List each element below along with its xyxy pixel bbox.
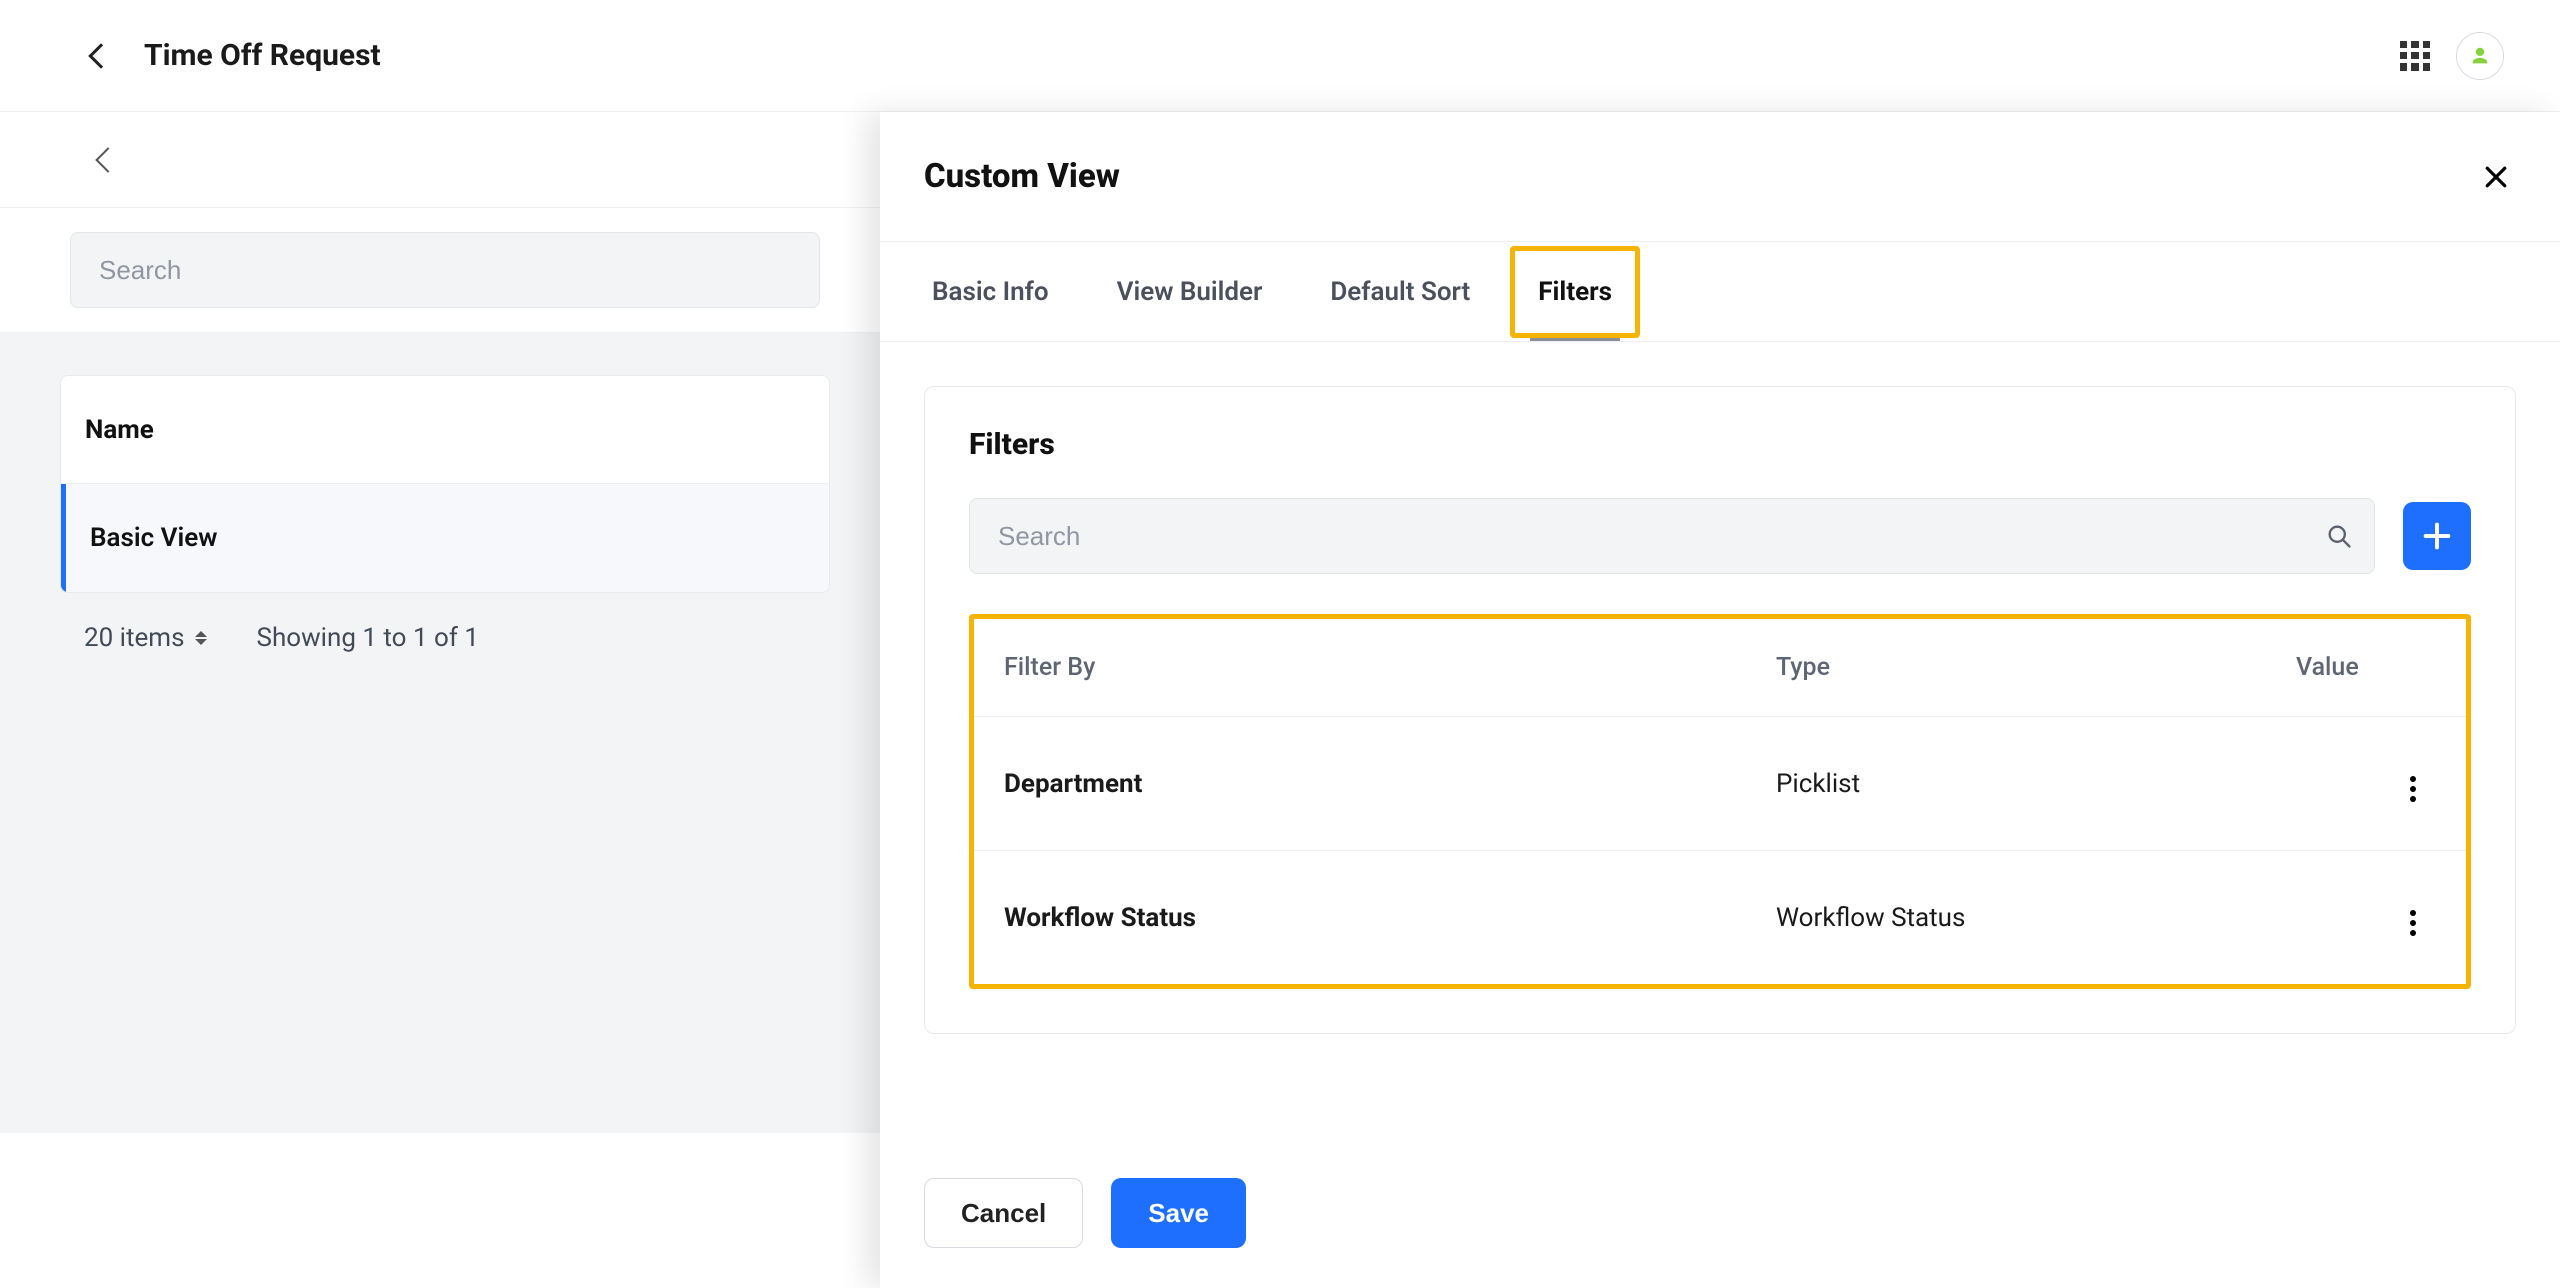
filters-table-header-row: Filter By Type Value bbox=[974, 619, 2466, 717]
tab-filters[interactable]: Filters bbox=[1530, 242, 1620, 341]
list-area: Name Basic View 20 items Showing 1 to 1 … bbox=[0, 333, 890, 1133]
filters-title: Filters bbox=[969, 427, 2471, 462]
tab-label: View Builder bbox=[1117, 277, 1263, 307]
table-row: Department Picklist bbox=[974, 717, 2466, 851]
search-icon bbox=[2325, 522, 2353, 550]
table-row: Workflow Status Workflow Status bbox=[974, 851, 2466, 985]
plus-icon bbox=[2420, 519, 2454, 553]
tab-basic-info[interactable]: Basic Info bbox=[924, 242, 1057, 341]
row-actions-button[interactable] bbox=[2400, 770, 2426, 808]
tab-view-builder[interactable]: View Builder bbox=[1109, 242, 1271, 341]
list-column-header: Name bbox=[61, 376, 829, 484]
chevron-left-icon bbox=[95, 147, 120, 172]
cell-type: Picklist bbox=[1746, 717, 2266, 851]
col-value: Value bbox=[2266, 619, 2466, 717]
custom-view-panel: Custom View Basic Info View Builder Defa… bbox=[880, 112, 2560, 1288]
user-icon bbox=[2469, 45, 2491, 67]
app-root: Time Off Request Name Basic Vi bbox=[0, 0, 2560, 1288]
save-button[interactable]: Save bbox=[1111, 1178, 1246, 1248]
close-icon bbox=[2481, 162, 2511, 192]
left-search-row bbox=[0, 208, 890, 333]
panel-header: Custom View bbox=[880, 112, 2560, 242]
add-filter-button[interactable] bbox=[2403, 502, 2471, 570]
panel-tabs: Basic Info View Builder Default Sort Fil… bbox=[880, 242, 2560, 342]
secondary-back-button[interactable] bbox=[92, 144, 124, 176]
tab-label: Filters bbox=[1538, 277, 1612, 307]
apps-icon[interactable] bbox=[2400, 41, 2430, 71]
row-actions-button[interactable] bbox=[2400, 904, 2426, 942]
tab-default-sort[interactable]: Default Sort bbox=[1322, 242, 1478, 341]
cell-type: Workflow Status bbox=[1746, 851, 2266, 985]
left-panel: Name Basic View 20 items Showing 1 to 1 … bbox=[0, 208, 890, 1133]
cell-filter-by: Workflow Status bbox=[974, 851, 1746, 985]
filters-search-container bbox=[969, 498, 2375, 574]
page-title: Time Off Request bbox=[144, 38, 381, 73]
top-header: Time Off Request bbox=[0, 0, 2560, 112]
user-avatar[interactable] bbox=[2456, 32, 2504, 80]
chevron-left-icon bbox=[88, 43, 113, 68]
showing-label: Showing 1 to 1 of 1 bbox=[257, 623, 479, 653]
list-row[interactable]: Basic View bbox=[61, 484, 829, 592]
tab-label: Basic Info bbox=[932, 277, 1049, 307]
cell-filter-by: Department bbox=[974, 717, 1746, 851]
cancel-button[interactable]: Cancel bbox=[924, 1178, 1083, 1248]
panel-footer: Cancel Save bbox=[880, 1150, 2560, 1288]
filters-table-highlight: Filter By Type Value Department Picklist bbox=[969, 614, 2471, 989]
filters-search-row bbox=[969, 498, 2471, 574]
filters-search-input[interactable] bbox=[969, 498, 2375, 574]
col-type: Type bbox=[1746, 619, 2266, 717]
close-button[interactable] bbox=[2476, 157, 2516, 197]
filters-card: Filters Filter By bbox=[924, 386, 2516, 1034]
col-filter-by: Filter By bbox=[974, 619, 1746, 717]
list-row-name: Basic View bbox=[90, 523, 217, 553]
tab-label: Default Sort bbox=[1330, 277, 1470, 307]
items-per-page-label: 20 items bbox=[84, 623, 185, 653]
left-search-input[interactable] bbox=[70, 232, 820, 308]
panel-body: Filters Filter By bbox=[880, 342, 2560, 1150]
list-card: Name Basic View bbox=[60, 375, 830, 593]
filters-table: Filter By Type Value Department Picklist bbox=[974, 619, 2466, 984]
items-per-page[interactable]: 20 items bbox=[84, 623, 207, 653]
header-right-controls bbox=[2400, 32, 2504, 80]
cell-actions bbox=[2266, 717, 2466, 851]
back-button[interactable] bbox=[82, 37, 120, 75]
panel-title: Custom View bbox=[924, 157, 1120, 196]
sort-caret-icon bbox=[195, 631, 207, 645]
list-footer: 20 items Showing 1 to 1 of 1 bbox=[60, 593, 830, 653]
cell-actions bbox=[2266, 851, 2466, 985]
